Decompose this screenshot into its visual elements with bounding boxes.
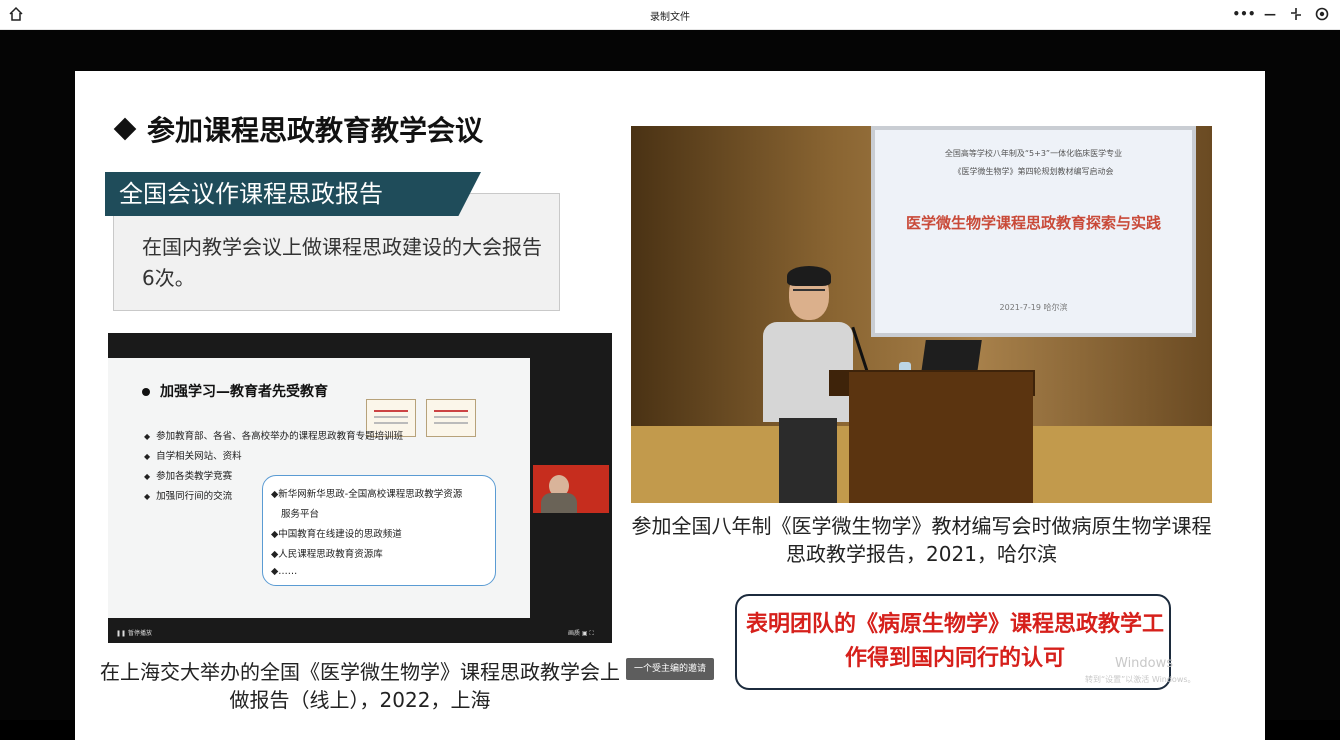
section-banner: 全国会议作课程思政报告 [105, 172, 481, 216]
speaker-body [541, 493, 577, 513]
window-title-bar: 录制文件 ••• — [0, 0, 1340, 30]
screenshot-heading: 加强学习—教育者先受教育 [142, 381, 328, 401]
slide-title-text: 参加课程思政教育教学会议 [147, 114, 484, 147]
minimize-icon[interactable]: — [1262, 5, 1278, 23]
highlight-text: 表明团队的《病原生物学》课程思政教学工作得到国内同行的认可 [745, 612, 1164, 671]
collapse-icon[interactable] [1288, 5, 1304, 23]
screenshot-slide: 加强学习—教育者先受教育 ◆ 参加教育部、各省、各高校举办的课程思政教育专题培训班… [108, 358, 530, 618]
presentation-slide: 参加课程思政教育教学会议 在国内教学会议上做课程思政建设的大会报告6次。 全国会… [75, 71, 1265, 740]
screen-main-title: 医学微生物学课程思政教育探索与实践 [905, 214, 1161, 232]
certificate-image [426, 399, 476, 437]
more-icon[interactable]: ••• [1233, 5, 1256, 23]
list-item: ◆ 加强同行间的交流 [144, 491, 233, 502]
speaker-glasses [793, 289, 825, 295]
record-icon[interactable] [1314, 5, 1330, 23]
podium [849, 372, 1033, 503]
online-meeting-screenshot: 1044 加强学习—教育者先受教育 ◆参加教育部、各省、各高校举办的课程思政教育… [108, 333, 612, 643]
report-text: 在国内教学会议上做课程思政建设的大会报告6次。 [142, 235, 542, 290]
speaker-pants [779, 418, 837, 503]
list-item: ◆ 参加教育部、各省、各高校举办的课程思政教育专题培训班 [144, 431, 404, 442]
resource-line: ◆中国教育在线建设的思政频道 [271, 529, 402, 540]
pause-label: ❚❚ 暂停播放 [116, 630, 152, 637]
screen-footer: 2021-7-19 哈尔滨 [999, 303, 1068, 312]
slide-title: 参加课程思政教育教学会议 [113, 109, 484, 149]
resource-line: ◆…… [271, 566, 298, 577]
diamond-bullet-icon [113, 117, 137, 141]
resource-line: 服务平台 [281, 509, 320, 520]
resource-line: ◆新华网新华思政-全国高校课程思政教学资源 [271, 489, 463, 500]
list-item: ◆ 自学相关网站、资料 [144, 451, 242, 462]
quality-label: 画质 ▣ ⛶ [568, 630, 594, 637]
activation-watermark: Windows [1115, 656, 1174, 671]
window-title: 录制文件 [650, 12, 690, 23]
screen-line: 全国高等学校八年制及“5+3”一体化临床医学专业 [944, 149, 1123, 158]
activation-watermark-sub: 转到“设置”以激活 Windows。 [1085, 675, 1196, 684]
list-item: ◆ 参加各类教学竞赛 [144, 471, 233, 482]
window-controls: ••• — [1233, 5, 1330, 23]
resource-box: ◆新华网新华思政-全国高校课程思政教学资源 服务平台 ◆中国教育在线建设的思政频… [262, 475, 496, 586]
speaker-hair [787, 266, 831, 286]
bullet-dot-icon [142, 388, 150, 396]
subtitle-tooltip: 一个受主编的邀请 [626, 658, 714, 680]
speaker-camera-thumbnail [533, 465, 609, 513]
left-caption: 在上海交大举办的全国《医学微生物学》课程思政教学会上做报告（线上），2022，上… [100, 660, 620, 712]
right-caption: 参加全国八年制《医学微生物学》教材编写会时做病原生物学课程思政教学报告，2021… [631, 514, 1212, 566]
video-stage: 参加课程思政教育教学会议 在国内教学会议上做课程思政建设的大会报告6次。 全国会… [0, 30, 1340, 740]
screen-line: 《医学微生物学》第四轮规划教材编写启动会 [953, 167, 1114, 176]
conference-photo: 全国高等学校八年制及“5+3”一体化临床医学专业 《医学微生物学》第四轮规划教材… [631, 126, 1212, 503]
resource-line: ◆人民课程思政教育资源库 [271, 549, 383, 560]
projection-screen: 全国高等学校八年制及“5+3”一体化临床医学专业 《医学微生物学》第四轮规划教材… [871, 126, 1196, 337]
screenshot-footer [108, 618, 612, 643]
